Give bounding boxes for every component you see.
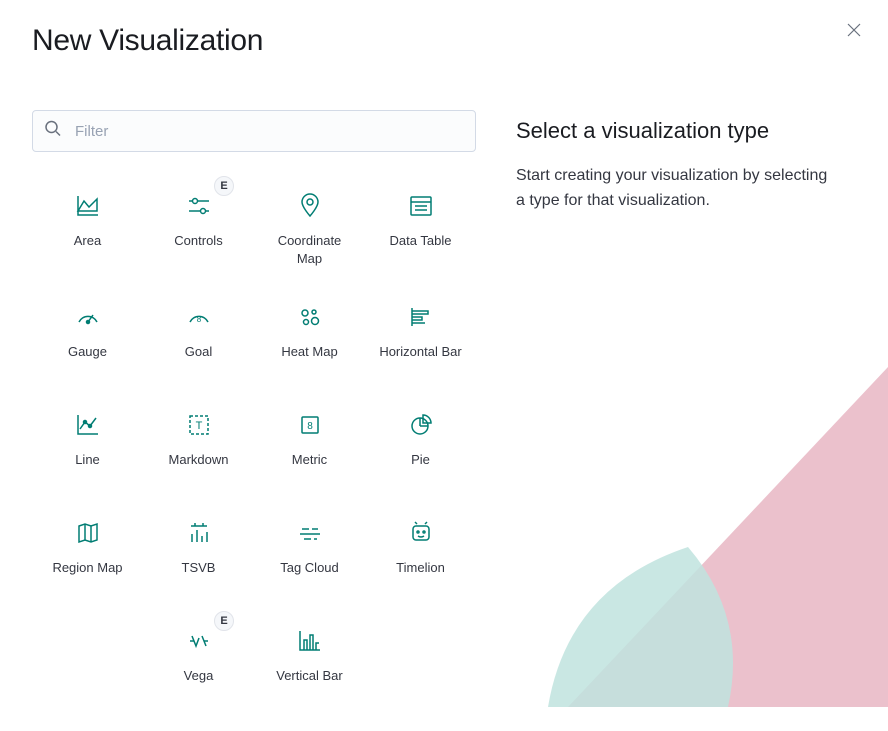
right-panel: Select a visualization type Start creati…: [516, 110, 856, 707]
controls-icon: [183, 190, 215, 222]
viz-label: Markdown: [169, 451, 229, 469]
region-map-icon: [72, 517, 104, 549]
viz-heat-map[interactable]: Heat Map: [254, 291, 365, 383]
viz-grid: Area E Controls Coordinate Map Data: [32, 180, 476, 707]
experimental-badge: E: [214, 611, 234, 631]
data-table-icon: [405, 190, 437, 222]
viz-region-map[interactable]: Region Map: [32, 507, 143, 599]
heatmap-icon: [294, 301, 326, 333]
viz-label: Pie: [411, 451, 430, 469]
viz-tsvb[interactable]: TSVB: [143, 507, 254, 599]
tsvb-icon: [183, 517, 215, 549]
svg-text:8: 8: [307, 421, 313, 432]
viz-controls[interactable]: E Controls: [143, 180, 254, 275]
vega-icon: [183, 625, 215, 657]
viz-label: Vega: [184, 667, 214, 685]
instructions-heading: Select a visualization type: [516, 118, 856, 144]
svg-text:8: 8: [196, 315, 201, 324]
viz-gauge[interactable]: Gauge: [32, 291, 143, 383]
pie-chart-icon: [405, 409, 437, 441]
line-chart-icon: [72, 409, 104, 441]
horizontal-bar-icon: [405, 301, 437, 333]
viz-vega[interactable]: E Vega: [143, 615, 254, 707]
viz-data-table[interactable]: Data Table: [365, 180, 476, 275]
viz-label: Vertical Bar: [276, 667, 342, 685]
viz-label: Coordinate Map: [265, 232, 355, 267]
tag-cloud-icon: [294, 517, 326, 549]
viz-pie[interactable]: Pie: [365, 399, 476, 491]
viz-label: Horizontal Bar: [379, 343, 461, 361]
viz-label: Region Map: [52, 559, 122, 577]
viz-horizontal-bar[interactable]: Horizontal Bar: [365, 291, 476, 383]
viz-label: Area: [74, 232, 101, 250]
svg-text:T: T: [195, 420, 202, 432]
viz-label: Line: [75, 451, 100, 469]
vertical-bar-icon: [294, 625, 326, 657]
filter-wrap: [32, 110, 476, 152]
gauge-icon: [72, 301, 104, 333]
viz-line[interactable]: Line: [32, 399, 143, 491]
viz-label: Controls: [174, 232, 222, 250]
viz-vertical-bar[interactable]: Vertical Bar: [254, 615, 365, 707]
viz-area[interactable]: Area: [32, 180, 143, 275]
viz-label: Metric: [292, 451, 327, 469]
viz-metric[interactable]: 8 Metric: [254, 399, 365, 491]
main-container: Area E Controls Coordinate Map Data: [0, 86, 888, 731]
map-pin-icon: [294, 190, 326, 222]
viz-label: Heat Map: [281, 343, 337, 361]
metric-icon: 8: [294, 409, 326, 441]
viz-label: Timelion: [396, 559, 445, 577]
viz-timelion[interactable]: Timelion: [365, 507, 476, 599]
filter-input[interactable]: [32, 110, 476, 152]
left-panel: Area E Controls Coordinate Map Data: [32, 110, 476, 707]
page-title: New Visualization: [0, 0, 888, 58]
experimental-badge: E: [214, 176, 234, 196]
viz-coordinate-map[interactable]: Coordinate Map: [254, 180, 365, 275]
viz-tag-cloud[interactable]: Tag Cloud: [254, 507, 365, 599]
markdown-icon: T: [183, 409, 215, 441]
close-button[interactable]: [844, 20, 864, 40]
instructions-body: Start creating your visualization by sel…: [516, 164, 836, 214]
close-icon: [847, 23, 861, 37]
viz-label: Gauge: [68, 343, 107, 361]
area-chart-icon: [72, 190, 104, 222]
viz-label: TSVB: [182, 559, 216, 577]
viz-label: Data Table: [390, 232, 452, 250]
viz-label: Tag Cloud: [280, 559, 339, 577]
timelion-icon: [405, 517, 437, 549]
viz-goal[interactable]: 8 Goal: [143, 291, 254, 383]
goal-icon: 8: [183, 301, 215, 333]
viz-label: Goal: [185, 343, 212, 361]
viz-markdown[interactable]: T Markdown: [143, 399, 254, 491]
